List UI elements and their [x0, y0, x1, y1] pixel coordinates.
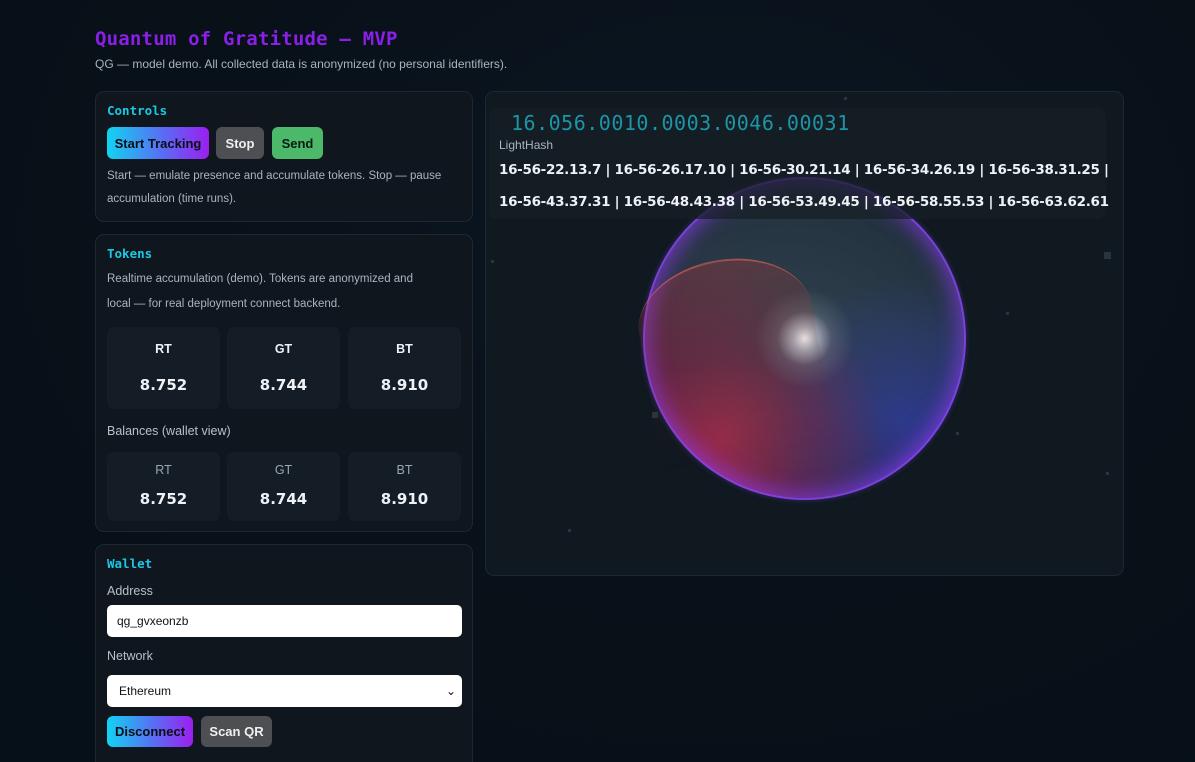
lighthash-line-1: 16-56-22.13.7 | 16-56-26.17.10 | 16-56-3…: [499, 162, 1109, 178]
balance-tile-value: 8.910: [380, 490, 429, 508]
network-select-value: Ethereum: [119, 684, 172, 698]
disconnect-button[interactable]: Disconnect: [107, 716, 193, 747]
token-tile-value: 8.752: [139, 376, 188, 394]
chevron-down-icon: ⌄: [445, 684, 456, 698]
balance-tile-bt: BT 8.910: [348, 452, 461, 521]
address-input[interactable]: [107, 605, 462, 637]
wallet-card: Wallet Address Network Ethereum ⌄ Discon…: [95, 544, 473, 762]
app-subtitle: QG — model demo. All collected data is a…: [95, 57, 508, 71]
star: [491, 260, 494, 263]
network-select[interactable]: Ethereum ⌄: [107, 675, 462, 707]
controls-title: Controls: [107, 103, 168, 118]
tokens-card: Tokens Realtime accumulation (demo). Tok…: [95, 234, 473, 532]
balance-tile-label: RT: [155, 463, 172, 477]
star: [1104, 252, 1111, 259]
stop-button[interactable]: Stop: [216, 127, 264, 159]
lighthash-line-2: 16-56-43.37.31 | 16-56-48.43.38 | 16-56-…: [499, 194, 1109, 210]
token-tile-label: BT: [396, 342, 413, 356]
balance-tile-value: 8.744: [259, 490, 308, 508]
star: [1006, 312, 1009, 315]
scan-qr-button[interactable]: Scan QR: [201, 716, 272, 747]
lighthash-visualization: LightHash 16-56-22.13.7 | 16-56-26.17.10…: [485, 91, 1124, 576]
balance-tile-label: BT: [396, 463, 413, 477]
energy-orb: [628, 177, 966, 500]
tokens-desc-line-2: local — for real deployment connect back…: [107, 298, 341, 310]
token-tile-label: GT: [274, 342, 293, 356]
token-tile-bt: BT 8.910: [348, 327, 461, 409]
star: [956, 432, 959, 435]
balance-tile-label: GT: [274, 463, 293, 477]
balances-label: Balances (wallet view): [107, 424, 231, 438]
controls-help-line-2: accumulation (time runs).: [107, 193, 237, 205]
send-button[interactable]: Send: [272, 127, 323, 159]
tokens-title: Tokens: [107, 246, 153, 261]
orb-band: [628, 245, 837, 473]
address-label: Address: [107, 584, 153, 598]
network-label: Network: [107, 649, 153, 663]
token-tile-value: 8.744: [259, 376, 308, 394]
tokens-desc-line-1: Realtime accumulation (demo). Tokens are…: [107, 273, 413, 285]
wallet-title: Wallet: [107, 556, 153, 571]
controls-help-line-1: Start — emulate presence and accumulate …: [107, 170, 442, 182]
star: [568, 529, 571, 532]
app-title: Quantum of Gratitude — MVP: [95, 28, 398, 50]
token-tile-value: 8.910: [380, 376, 429, 394]
token-tile-label: RT: [155, 342, 172, 356]
balance-tile-rt: RT 8.752: [107, 452, 220, 521]
start-tracking-button[interactable]: Start Tracking: [107, 127, 209, 159]
token-tile-gt: GT 8.744: [227, 327, 340, 409]
star: [844, 97, 847, 100]
lighthash-label: LightHash: [499, 138, 554, 152]
lighthash-code: 16.056.0010.0003.0046.00031: [511, 111, 850, 135]
star: [1106, 472, 1109, 475]
controls-card: Controls Start Tracking Stop Send Start …: [95, 91, 473, 222]
token-tile-rt: RT 8.752: [107, 327, 220, 409]
balance-tile-value: 8.752: [139, 490, 188, 508]
balance-tile-gt: GT 8.744: [227, 452, 340, 521]
